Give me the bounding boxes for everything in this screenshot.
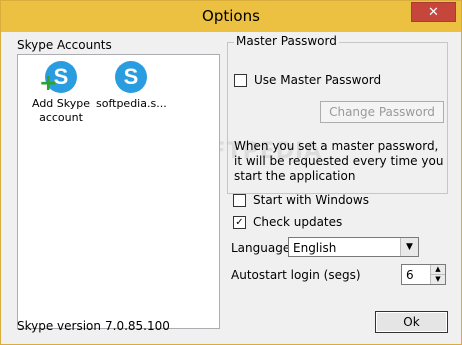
autostart-login-label: Autostart login (segs) [231, 268, 361, 282]
start-with-windows-label: Start with Windows [253, 193, 369, 207]
add-account-item[interactable]: S + Add Skype account [26, 61, 96, 125]
autostart-login-stepper[interactable]: 6 ▲ ▼ [401, 264, 446, 285]
language-select[interactable]: English ▼ [288, 237, 419, 257]
skype-version-label: Skype version [17, 319, 102, 333]
use-master-password-box[interactable] [234, 73, 247, 87]
close-button[interactable]: ✕ [411, 2, 456, 22]
start-with-windows-checkbox[interactable]: Start with Windows [233, 193, 369, 207]
check-updates-checkbox[interactable]: Check updates [233, 215, 342, 229]
window-title: Options [202, 7, 260, 25]
spin-up-icon[interactable]: ▲ [430, 265, 445, 275]
check-updates-label: Check updates [253, 215, 343, 229]
start-with-windows-box[interactable] [233, 193, 246, 207]
chevron-down-icon[interactable]: ▼ [400, 238, 418, 256]
close-icon: ✕ [428, 5, 439, 20]
dialog-body: SOFTPEDIA Skype Accounts S + Add Skype a… [9, 32, 453, 336]
language-label: Language [231, 241, 291, 255]
account-label: softpedia.s... [96, 97, 167, 110]
account-item-softpedia[interactable]: S softpedia.s... [96, 61, 167, 111]
add-account-label-2: account [39, 111, 83, 124]
master-password-group: Master Password Use Master Password Chan… [227, 34, 448, 194]
autostart-login-value[interactable]: 6 [406, 268, 414, 282]
title-bar: Options ✕ [1, 1, 461, 32]
language-value: English [293, 241, 337, 255]
spin-down-icon[interactable]: ▼ [430, 275, 445, 284]
use-master-password-label: Use Master Password [254, 73, 382, 87]
options-window: Options ✕ SOFTPEDIA Skype Accounts S + A… [0, 0, 462, 345]
add-account-label-1: Add Skype [31, 97, 90, 110]
skype-icon: S [115, 61, 147, 93]
master-password-note: When you set a master password, it will … [234, 139, 444, 183]
use-master-password-checkbox[interactable]: Use Master Password [234, 73, 381, 87]
add-skype-icon: S + [39, 61, 77, 95]
accounts-label: Skype Accounts [17, 38, 112, 52]
check-updates-box[interactable] [233, 215, 246, 229]
ok-button[interactable]: Ok [375, 311, 448, 333]
accounts-list[interactable]: S + Add Skype account S softpedia.s... [17, 54, 220, 329]
master-password-legend: Master Password [234, 34, 339, 48]
change-password-button[interactable]: Change Password [320, 101, 444, 123]
skype-version-value: 7.0.85.100 [105, 319, 170, 333]
